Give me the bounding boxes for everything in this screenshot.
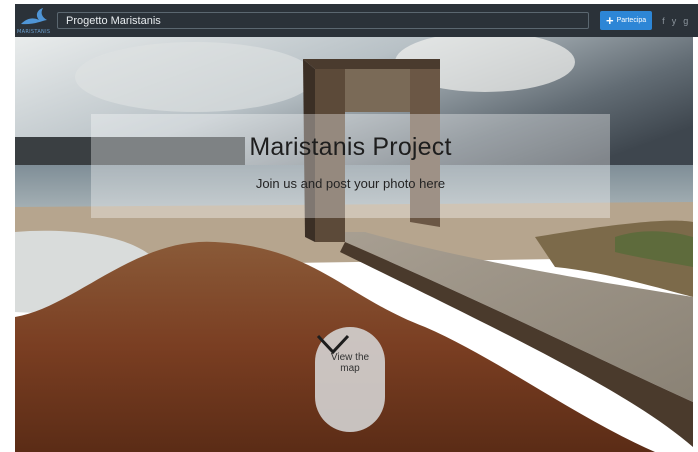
hero-section: Maristanis Project Join us and post your… bbox=[15, 37, 693, 452]
view-map-button[interactable]: View the map bbox=[315, 327, 385, 432]
chevron-down-icon bbox=[316, 334, 350, 355]
facebook-icon[interactable]: f bbox=[662, 16, 665, 26]
logo-text: MARISTANIS bbox=[17, 29, 51, 35]
hero-overlay-box: Maristanis Project Join us and post your… bbox=[91, 114, 610, 218]
site-title-field[interactable]: Progetto Maristanis bbox=[57, 12, 589, 29]
hero-subtitle: Join us and post your photo here bbox=[255, 176, 446, 191]
google-plus-icon[interactable]: g bbox=[683, 16, 688, 26]
plus-icon: + bbox=[606, 13, 614, 28]
social-links: f y g bbox=[662, 16, 688, 26]
participate-button-label: Partecipa bbox=[616, 17, 647, 24]
site-logo[interactable]: MARISTANIS bbox=[17, 4, 51, 37]
participate-button[interactable]: + Partecipa bbox=[600, 11, 653, 30]
view-map-button-label: View the map bbox=[330, 352, 370, 374]
top-navigation-bar: MARISTANIS Progetto Maristanis + Parteci… bbox=[15, 4, 698, 37]
hero-title: Maristanis Project bbox=[249, 133, 452, 161]
twitter-icon[interactable]: y bbox=[672, 16, 677, 26]
